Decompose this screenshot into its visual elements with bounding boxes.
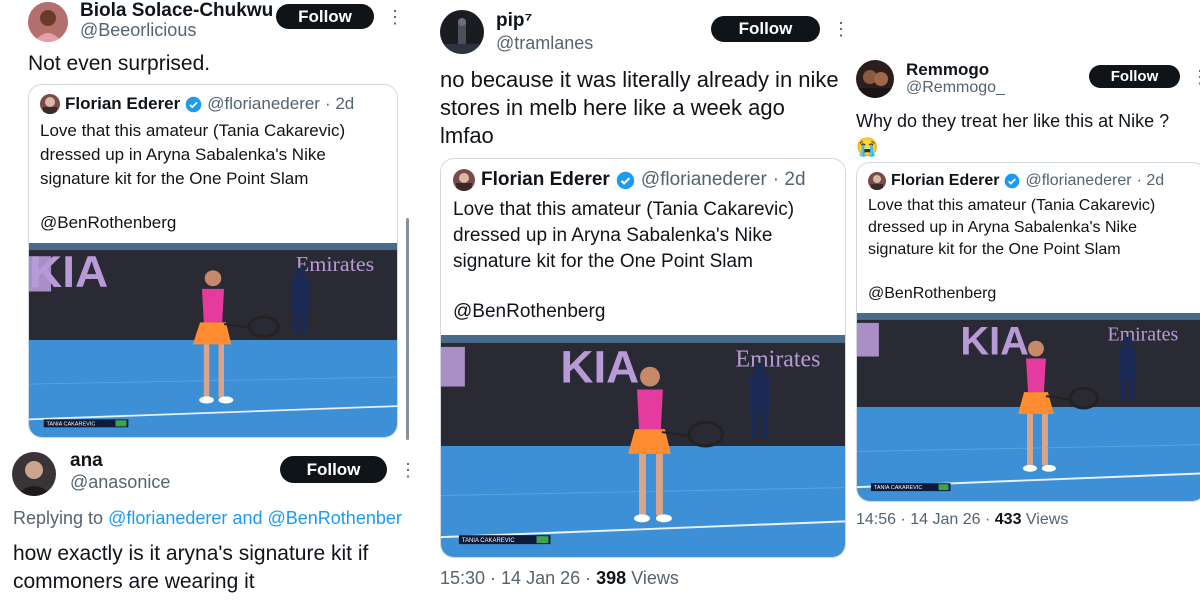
tweet-text: Why do they treat her like this at Nike … bbox=[856, 108, 1196, 160]
quoted-tweet[interactable]: Florian Ederer @florianederer · 2d Love … bbox=[856, 162, 1200, 502]
display-name[interactable]: Biola Solace-Chukwu bbox=[80, 0, 273, 22]
follow-button[interactable]: Follow bbox=[276, 4, 374, 29]
quote-text: Love that this amateur (Tania Cakarevic)… bbox=[868, 197, 1156, 258]
quote-handle[interactable]: @florianederer bbox=[641, 169, 767, 191]
more-options-icon[interactable]: ⋮ bbox=[832, 20, 848, 38]
quote-header: Florian Ederer @florianederer · 2d bbox=[453, 169, 806, 191]
quote-video[interactable]: KIA Emirates TANIA CAKAREVIC bbox=[441, 335, 845, 557]
views-label: Views bbox=[631, 568, 679, 588]
views-count: 433 bbox=[994, 511, 1022, 528]
more-options-icon[interactable]: ⋮ bbox=[1191, 68, 1200, 86]
quote-video[interactable]: KIA Emirates TANIA CAKAREVIC bbox=[29, 243, 397, 437]
quote-time[interactable]: · 2d bbox=[773, 169, 806, 191]
quote-mention[interactable]: @BenRothenberg bbox=[40, 211, 176, 235]
quote-display-name[interactable]: Florian Ederer bbox=[65, 94, 180, 114]
user-handle[interactable]: @Remmogo_ bbox=[906, 79, 1005, 97]
quote-header: Florian Ederer @florianederer · 2d bbox=[868, 172, 1164, 190]
reply-mention-link[interactable]: @florianederer bbox=[108, 508, 227, 528]
avatar[interactable] bbox=[856, 60, 894, 98]
quoted-tweet[interactable]: Florian Ederer @florianederer · 2d Love … bbox=[440, 158, 846, 558]
display-name[interactable]: pip⁷ bbox=[496, 10, 532, 32]
views-label: Views bbox=[1025, 511, 1069, 528]
quote-mention[interactable]: @BenRothenberg bbox=[868, 283, 996, 305]
sponsor-text: Emirates bbox=[1108, 324, 1179, 346]
reply-and: and bbox=[232, 508, 263, 528]
views-count: 398 bbox=[596, 568, 627, 588]
quote-time[interactable]: · 2d bbox=[325, 94, 354, 114]
tweet-column-middle: pip⁷ @tramlanes Follow ⋮ no because it w… bbox=[432, 0, 848, 600]
verified-badge-icon bbox=[616, 171, 635, 189]
user-handle[interactable]: @Beeorlicious bbox=[80, 20, 196, 41]
avatar[interactable] bbox=[12, 452, 56, 496]
follow-button[interactable]: Follow bbox=[711, 16, 820, 42]
quote-display-name[interactable]: Florian Ederer bbox=[891, 172, 999, 190]
quote-avatar[interactable] bbox=[453, 169, 475, 191]
quote-time[interactable]: · 2d bbox=[1137, 172, 1165, 190]
scoreboard-label: TANIA CAKAREVIC bbox=[462, 538, 515, 544]
more-options-icon[interactable]: ⋮ bbox=[399, 461, 417, 479]
quote-text: Love that this amateur (Tania Cakarevic)… bbox=[40, 121, 346, 188]
tweet-text-body: Why do they treat her like this at Nike … bbox=[856, 111, 1170, 131]
more-options-icon[interactable]: ⋮ bbox=[386, 8, 404, 26]
tweet-meta: 15:30 · 14 Jan 26 · 398 Views bbox=[440, 568, 679, 589]
quoted-tweet[interactable]: Florian Ederer @florianederer · 2d Love … bbox=[28, 84, 398, 438]
tweet-meta: 14:56 · 14 Jan 26 · 433 Views bbox=[856, 511, 1068, 529]
quote-mention[interactable]: @BenRothenberg bbox=[453, 299, 605, 325]
sponsor-text: Emirates bbox=[296, 253, 374, 276]
tweet-text: Not even surprised. bbox=[28, 52, 211, 75]
tweet-column-left: Biola Solace-Chukwu @Beeorlicious Follow… bbox=[0, 0, 432, 600]
quote-header: Florian Ederer @florianederer · 2d bbox=[40, 94, 354, 114]
follow-button[interactable]: Follow bbox=[1089, 65, 1180, 88]
sponsor-logo: KIA bbox=[960, 320, 1028, 364]
tweet-text: how exactly is it aryna's signature kit … bbox=[13, 542, 369, 593]
verified-badge-icon bbox=[1005, 173, 1020, 189]
sponsor-logo: KIA bbox=[560, 342, 639, 393]
follow-button[interactable]: Follow bbox=[280, 456, 387, 483]
replying-prefix: Replying to bbox=[13, 508, 104, 528]
quote-video[interactable]: KIA Emirates TANIA CAKAREVIC bbox=[857, 313, 1200, 501]
quote-avatar[interactable] bbox=[868, 172, 886, 190]
tweet-column-right: Remmogo @Remmogo_ Follow ⋮ Why do they t… bbox=[848, 0, 1200, 600]
scoreboard-label: TANIA CAKAREVIC bbox=[874, 485, 922, 491]
avatar[interactable] bbox=[440, 10, 484, 54]
thread-scrollbar[interactable] bbox=[406, 218, 409, 440]
sponsor-text: Emirates bbox=[736, 347, 821, 373]
quote-handle[interactable]: @florianederer bbox=[1025, 172, 1131, 190]
user-handle[interactable]: @anasonice bbox=[70, 472, 170, 493]
quote-handle[interactable]: @florianederer bbox=[207, 94, 320, 114]
avatar[interactable] bbox=[28, 2, 68, 42]
user-handle[interactable]: @tramlanes bbox=[496, 33, 593, 54]
display-name[interactable]: Remmogo bbox=[906, 60, 989, 80]
quote-display-name[interactable]: Florian Ederer bbox=[481, 169, 610, 191]
timestamp[interactable]: 15:30 · 14 Jan 26 · bbox=[440, 568, 591, 588]
display-name[interactable]: ana bbox=[70, 450, 103, 472]
reply-mention-link[interactable]: @BenRothenber bbox=[268, 508, 402, 528]
timestamp[interactable]: 14:56 · 14 Jan 26 · bbox=[856, 511, 990, 528]
scoreboard-label: TANIA CAKAREVIC bbox=[46, 422, 95, 428]
verified-badge-icon bbox=[185, 96, 202, 112]
quote-text: Love that this amateur (Tania Cakarevic)… bbox=[453, 199, 795, 272]
crying-face-emoji: 😭 bbox=[856, 137, 879, 157]
replying-to: Replying to @florianederer and @BenRothe… bbox=[13, 508, 402, 529]
tweet-text: no because it was literally already in n… bbox=[440, 67, 839, 148]
quote-avatar[interactable] bbox=[40, 94, 60, 114]
